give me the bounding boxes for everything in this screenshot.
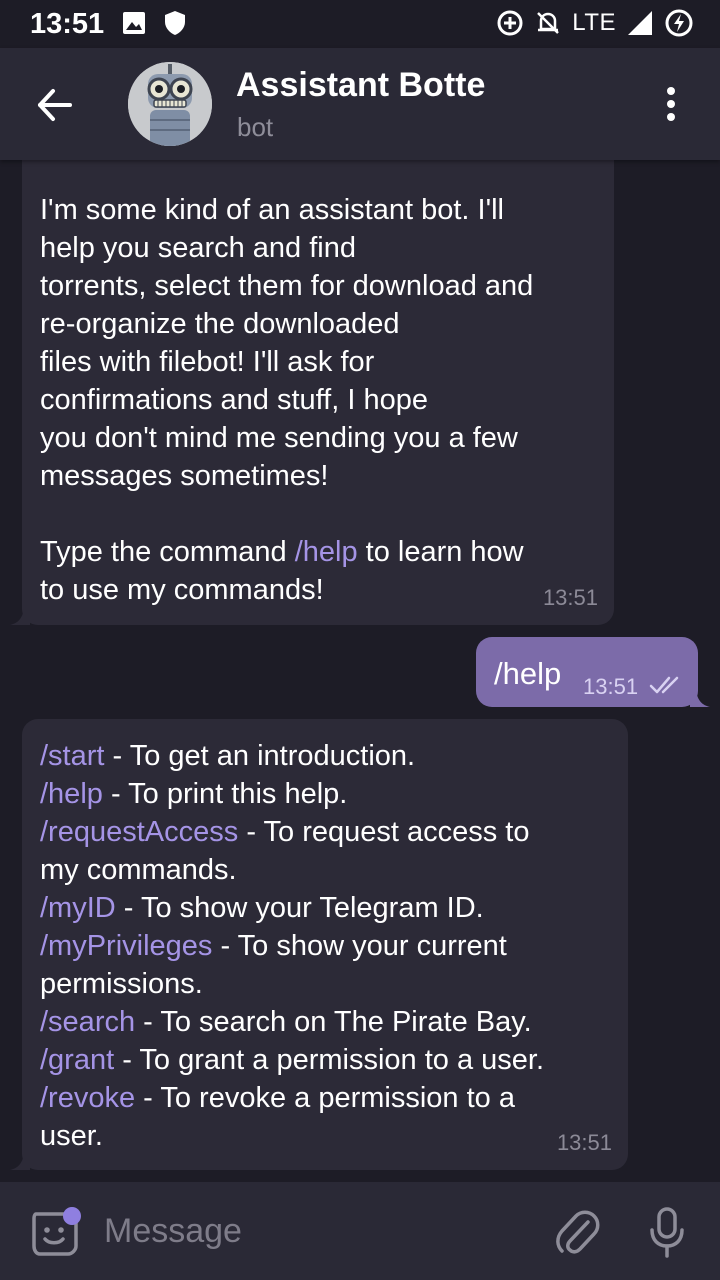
command-link-grant[interactable]: /grant [40,1044,114,1076]
sticker-emoji-icon[interactable] [28,1206,82,1260]
message-line: confirmations and stuff, I hope [40,384,428,416]
outgoing-message[interactable]: /help 13:51 [476,637,698,707]
microphone-icon[interactable] [646,1206,688,1260]
command-link-help[interactable]: /help [295,536,358,568]
mute-icon [537,12,560,34]
message-line: /start - To get an introduction. [40,740,416,772]
message-line: my commands. [40,854,237,886]
incoming-message[interactable]: I'm some kind of an assistant bot. I'll … [22,160,614,625]
message-line: /myPrivileges - To show your current [40,930,507,962]
robot-avatar-icon [128,62,212,146]
message-line: help you search and find [40,232,356,264]
double-check-icon [649,676,679,694]
message-line: Type the command /help to learn how [40,536,524,568]
data-saver-icon [497,10,523,36]
message-time: 13:51 [542,585,598,610]
message-line: permissions. [40,968,203,1000]
shield-icon [165,11,185,35]
notification-icons [122,10,186,36]
message-time: 13:51 [556,1130,612,1155]
message-text: I'm some kind of an assistant bot. I'll … [40,191,533,609]
message-line: I'm some kind of an assistant bot. I'll [40,194,504,226]
message-text: /help [494,656,562,691]
chat-title[interactable]: Assistant Botte [236,66,485,105]
system-status-icons: LTE [496,8,694,38]
attach-paperclip-icon[interactable] [554,1208,600,1258]
more-vertical-icon[interactable] [656,84,686,124]
chat-subtitle: bot [237,112,274,142]
message-line: messages sometimes! [40,460,329,492]
command-link-myprivileges[interactable]: /myPrivileges [40,930,212,962]
bubble-tail [690,691,710,707]
avatar[interactable] [128,62,212,146]
message-line: torrents, select them for download and [40,270,534,302]
message-list[interactable]: I'm some kind of an assistant bot. I'll … [0,160,720,1182]
bubble-tail [10,1154,30,1170]
message-line: /grant - To grant a permission to a user… [40,1044,545,1076]
message-line: files with filebot! I'll ask for [40,346,375,378]
bubble-tail [10,609,30,625]
message-line: /requestAccess - To request access to [40,816,530,848]
status-time: 13:51 [30,8,105,40]
image-icon [123,12,145,34]
message-line: to use my commands! [40,574,324,606]
incoming-message[interactable]: /start - To get an introduction. /help -… [22,719,628,1170]
network-type-label: LTE [572,9,616,36]
command-link-start[interactable]: /start [40,740,104,772]
command-link-revoke[interactable]: /revoke [40,1082,135,1114]
command-link-requestaccess[interactable]: /requestAccess [40,816,238,848]
message-line: /myID - To show your Telegram ID. [40,892,484,924]
battery-charging-icon [665,9,693,37]
command-link-search[interactable]: /search [40,1006,135,1038]
message-time: 13:51 [583,674,639,699]
message-input[interactable]: Message [104,1212,242,1251]
message-line: /help - To print this help. [40,778,348,810]
message-line: you don't mind me sending you a few [40,422,518,454]
message-line: user. [40,1120,103,1152]
status-bar: 13:51 LTE [0,0,720,48]
message-line: /search - To search on The Pirate Bay. [40,1006,532,1038]
back-arrow-icon[interactable] [30,80,80,130]
chat-header: Assistant Botte bot [0,48,720,160]
telegram-chat-screen: 13:51 LTE Assistant Botte bot I'm some k… [0,0,720,1280]
message-composer: Message [0,1182,720,1280]
message-line: re-organize the downloaded [40,308,400,340]
command-link-myid[interactable]: /myID [40,892,116,924]
command-link-help[interactable]: /help [40,778,103,810]
signal-icon [628,11,652,35]
message-text: /start - To get an introduction. /help -… [40,737,544,1155]
message-line: /revoke - To revoke a permission to a [40,1082,515,1114]
